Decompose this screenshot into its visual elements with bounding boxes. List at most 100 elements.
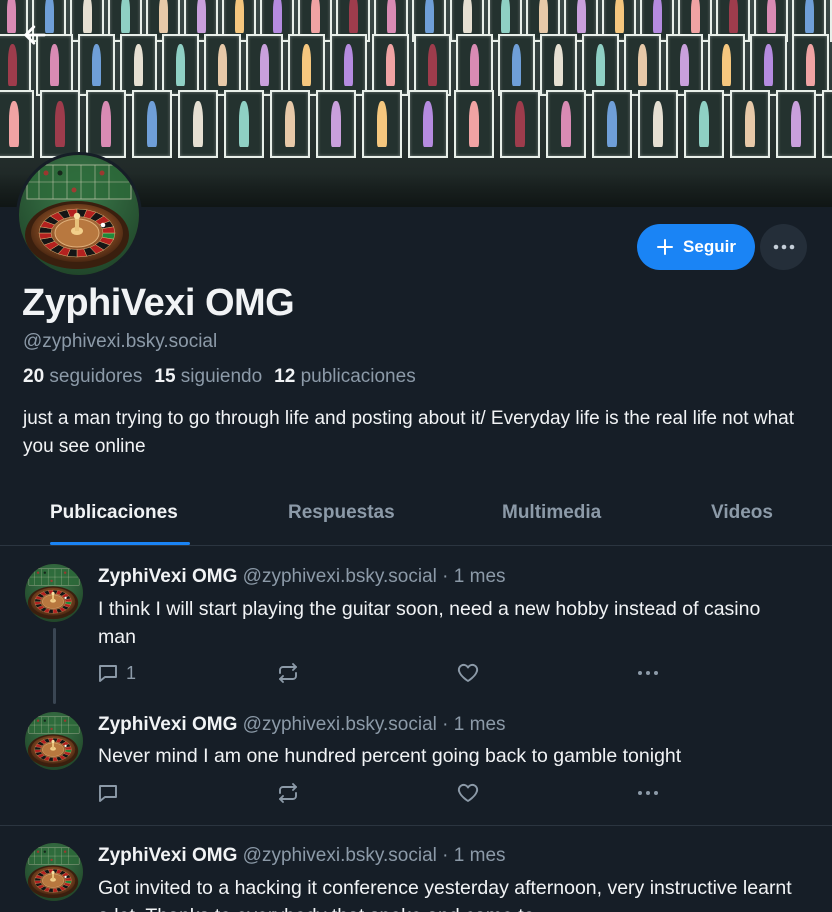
tab-multimedia[interactable]: Multimedia bbox=[502, 502, 601, 524]
banner-display-case bbox=[750, 34, 787, 96]
posts-stat: 12 publicaciones bbox=[274, 366, 416, 388]
following-stat[interactable]: 15 siguiendo bbox=[154, 366, 262, 388]
post-author-name[interactable]: ZyphiVexi OMG bbox=[98, 566, 237, 587]
post-item[interactable]: ZyphiVexi OMG @zyphivexi.bsky.social · 1… bbox=[0, 826, 832, 912]
banner-display-case bbox=[684, 90, 724, 158]
banner-display-case bbox=[822, 90, 832, 158]
plus-icon bbox=[657, 239, 674, 255]
repost-button[interactable] bbox=[276, 781, 300, 805]
followers-label: seguidores bbox=[49, 366, 143, 387]
like-button[interactable] bbox=[456, 781, 480, 805]
roulette-wheel-image bbox=[19, 155, 139, 275]
post-author-handle[interactable]: @zyphivexi.bsky.social bbox=[243, 845, 437, 866]
post-more-button[interactable] bbox=[636, 661, 660, 685]
post-meta: ZyphiVexi OMG @zyphivexi.bsky.social · 1… bbox=[98, 714, 506, 736]
banner-display-case bbox=[372, 34, 409, 96]
repost-button[interactable] bbox=[276, 661, 300, 685]
follow-button-label: Seguir bbox=[683, 237, 736, 256]
post-meta: ZyphiVexi OMG @zyphivexi.bsky.social · 1… bbox=[98, 566, 506, 588]
banner-display-case bbox=[624, 34, 661, 96]
banner-display-case bbox=[288, 34, 325, 96]
banner-display-case bbox=[540, 34, 577, 96]
post-actions: 1 bbox=[96, 661, 676, 687]
ellipsis-icon bbox=[773, 244, 794, 250]
post-author-handle[interactable]: @zyphivexi.bsky.social bbox=[243, 566, 437, 587]
banner-display-case bbox=[546, 90, 586, 158]
post-item[interactable]: ZyphiVexi OMG @zyphivexi.bsky.social · 1… bbox=[0, 547, 832, 704]
reply-button[interactable]: 1 bbox=[96, 661, 136, 685]
like-button[interactable] bbox=[456, 661, 480, 685]
post-text: Never mind I am one hundred percent goin… bbox=[98, 745, 682, 767]
posts-label: publicaciones bbox=[300, 366, 416, 387]
tab-publicaciones[interactable]: Publicaciones bbox=[50, 502, 178, 524]
profile-stats: 20 seguidores 15 siguiendo 12 publicacio… bbox=[23, 366, 416, 388]
banner-display-case bbox=[78, 34, 115, 96]
reply-button[interactable] bbox=[96, 781, 126, 805]
post-more-button[interactable] bbox=[636, 781, 660, 805]
active-tab-indicator bbox=[50, 542, 190, 545]
profile-more-button[interactable] bbox=[760, 224, 807, 270]
post-author-handle[interactable]: @zyphivexi.bsky.social bbox=[243, 714, 437, 735]
roulette-wheel-image bbox=[25, 843, 83, 901]
banner-display-case bbox=[162, 34, 199, 96]
banner-display-case bbox=[454, 90, 494, 158]
speech-bubble-icon bbox=[99, 665, 117, 682]
thread-line bbox=[53, 628, 56, 704]
banner-display-case bbox=[638, 90, 678, 158]
post-author-name[interactable]: ZyphiVexi OMG bbox=[98, 845, 237, 866]
banner-display-case bbox=[224, 90, 264, 158]
post-timestamp[interactable]: · 1 mes bbox=[442, 714, 505, 735]
back-button[interactable] bbox=[16, 16, 54, 54]
banner-display-case bbox=[500, 90, 540, 158]
heart-icon bbox=[457, 663, 479, 682]
banner-display-case bbox=[330, 34, 367, 96]
banner-display-case bbox=[362, 90, 402, 158]
banner-display-case bbox=[708, 34, 745, 96]
banner-display-case bbox=[666, 34, 703, 96]
roulette-wheel-image bbox=[25, 712, 83, 770]
posts-count: 12 bbox=[274, 366, 296, 387]
following-count: 15 bbox=[154, 366, 176, 387]
banner-display-case bbox=[40, 90, 80, 158]
roulette-wheel-image bbox=[25, 564, 83, 622]
follow-button[interactable]: Seguir bbox=[637, 224, 755, 270]
profile-handle: @zyphivexi.bsky.social bbox=[23, 331, 218, 352]
post-timestamp[interactable]: · 1 mes bbox=[442, 845, 505, 866]
speech-bubble-icon bbox=[99, 785, 117, 802]
profile-bio: just a man trying to go through life and… bbox=[23, 408, 794, 457]
banner-display-case bbox=[776, 90, 816, 158]
banner-display-case bbox=[414, 34, 451, 96]
post-timestamp[interactable]: · 1 mes bbox=[442, 566, 505, 587]
tab-videos[interactable]: Videos bbox=[711, 502, 773, 524]
following-label: siguiendo bbox=[180, 366, 263, 387]
post-meta: ZyphiVexi OMG @zyphivexi.bsky.social · 1… bbox=[98, 845, 506, 867]
post-item[interactable]: ZyphiVexi OMG @zyphivexi.bsky.social · 1… bbox=[0, 697, 832, 825]
banner-display-case bbox=[592, 90, 632, 158]
tab-respuestas[interactable]: Respuestas bbox=[288, 502, 395, 524]
post-actions bbox=[96, 781, 676, 807]
post-text: Got invited to a hacking it conference y… bbox=[98, 877, 792, 912]
banner-display-case bbox=[204, 34, 241, 96]
banner-display-case bbox=[730, 90, 770, 158]
banner-display-case bbox=[0, 90, 34, 158]
banner-display-case bbox=[86, 90, 126, 158]
banner-display-case bbox=[120, 34, 157, 96]
post-author-name[interactable]: ZyphiVexi OMG bbox=[98, 714, 237, 735]
repost-arrows-icon bbox=[279, 783, 297, 803]
banner-display-case bbox=[270, 90, 310, 158]
heart-icon bbox=[457, 783, 479, 802]
post-avatar[interactable] bbox=[25, 712, 83, 770]
banner-display-case bbox=[246, 34, 283, 96]
followers-count: 20 bbox=[23, 366, 45, 387]
banner-display-case bbox=[132, 90, 172, 158]
arrow-left-icon bbox=[24, 25, 46, 45]
profile-display-name: ZyphiVexi OMG bbox=[22, 282, 295, 324]
post-avatar[interactable] bbox=[25, 843, 83, 901]
reply-count: 1 bbox=[126, 662, 137, 683]
followers-stat[interactable]: 20 seguidores bbox=[23, 366, 142, 388]
banner-display-case bbox=[316, 90, 356, 158]
post-avatar[interactable] bbox=[25, 564, 83, 622]
profile-avatar[interactable] bbox=[16, 152, 142, 278]
banner-display-case bbox=[792, 34, 829, 96]
banner-display-case bbox=[498, 34, 535, 96]
